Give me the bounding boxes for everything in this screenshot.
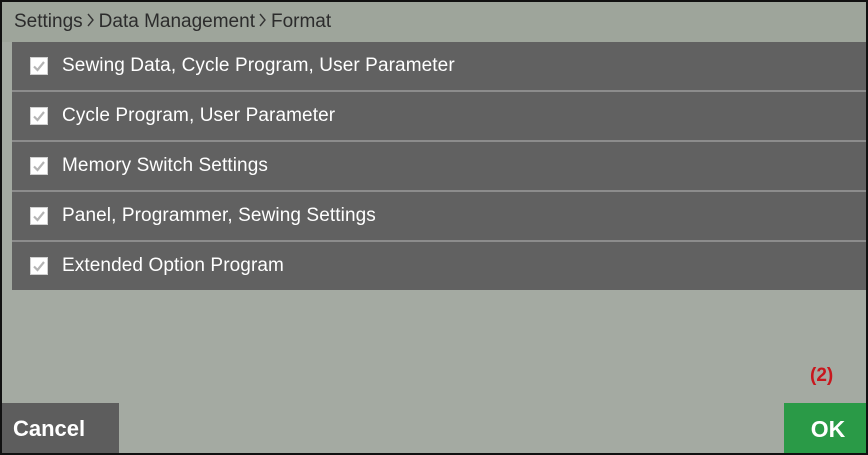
- chevron-right-icon: [87, 12, 95, 32]
- option-checkbox[interactable]: [30, 207, 48, 225]
- ok-button[interactable]: OK: [784, 403, 866, 453]
- checkmark-icon: [33, 111, 45, 122]
- option-checkbox[interactable]: [30, 157, 48, 175]
- breadcrumb-item-settings[interactable]: Settings: [14, 11, 83, 33]
- option-row-sewing-data[interactable]: Sewing Data, Cycle Program, User Paramet…: [12, 42, 866, 92]
- chevron-right-icon: [259, 12, 267, 32]
- option-checkbox[interactable]: [30, 57, 48, 75]
- checkmark-icon: [33, 61, 45, 72]
- checkmark-icon: [33, 211, 45, 222]
- option-row-memory-switch[interactable]: Memory Switch Settings: [12, 142, 866, 192]
- format-options-list: Sewing Data, Cycle Program, User Paramet…: [12, 42, 866, 290]
- breadcrumb: Settings Data Management Format: [2, 2, 866, 42]
- option-checkbox[interactable]: [30, 257, 48, 275]
- breadcrumb-item-data-management[interactable]: Data Management: [99, 11, 255, 33]
- breadcrumb-item-format: Format: [270, 11, 332, 32]
- option-label: Memory Switch Settings: [62, 155, 268, 176]
- option-label: Panel, Programmer, Sewing Settings: [62, 205, 376, 226]
- option-row-panel-programmer[interactable]: Panel, Programmer, Sewing Settings: [12, 192, 866, 242]
- option-row-cycle-program[interactable]: Cycle Program, User Parameter: [12, 92, 866, 142]
- option-checkbox[interactable]: [30, 107, 48, 125]
- option-label: Cycle Program, User Parameter: [62, 105, 336, 126]
- option-label: Extended Option Program: [62, 255, 284, 276]
- option-row-extended-option[interactable]: Extended Option Program: [12, 242, 866, 290]
- step-annotation: (2): [810, 365, 834, 386]
- screen-frame: Settings Data Management Format Sewing D…: [0, 0, 868, 455]
- cancel-button[interactable]: Cancel: [2, 403, 119, 453]
- option-label: Sewing Data, Cycle Program, User Paramet…: [62, 55, 455, 76]
- checkmark-icon: [33, 161, 45, 172]
- checkmark-icon: [33, 261, 45, 272]
